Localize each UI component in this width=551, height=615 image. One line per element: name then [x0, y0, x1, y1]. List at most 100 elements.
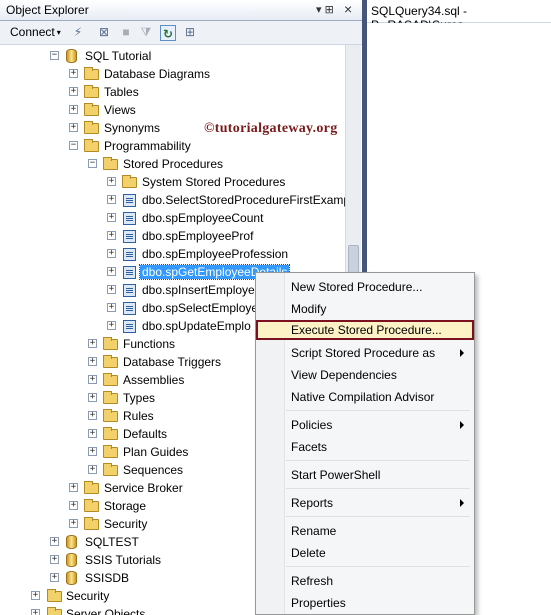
tree-label: Storage [104, 499, 147, 513]
expand-icon[interactable]: + [69, 87, 78, 96]
folder-icon [84, 499, 99, 512]
expand-icon[interactable]: + [69, 69, 78, 78]
folder-icon [103, 373, 118, 386]
tree-label: Types [123, 391, 156, 405]
menu-item-label: Native Compilation Advisor [291, 390, 435, 404]
disconnect-icon[interactable]: ⊠ [96, 24, 112, 40]
tree-label: Assemblies [123, 373, 185, 387]
stored-procedure-icon [123, 302, 136, 315]
menu-item-reports[interactable]: Reports [258, 493, 472, 513]
stored-procedure-icon [123, 266, 136, 279]
folder-icon [103, 463, 118, 476]
connect-button[interactable]: Connect ▾ [10, 24, 66, 40]
submenu-arrow-icon [460, 499, 464, 507]
collapse-icon[interactable]: − [69, 141, 78, 150]
tree-label: Tables [104, 85, 139, 99]
expand-icon[interactable]: + [88, 393, 97, 402]
menu-item-view-dependencies[interactable]: View Dependencies [258, 365, 472, 385]
stored-procedure-icon [123, 248, 136, 261]
expand-icon[interactable]: + [88, 429, 97, 438]
tree-label: System Stored Procedures [142, 175, 286, 189]
expand-icon[interactable]: + [50, 555, 59, 564]
stop-icon[interactable]: ■ [118, 24, 134, 40]
menu-item-label: Modify [291, 302, 327, 316]
expand-icon[interactable]: + [31, 591, 40, 600]
expand-icon[interactable]: + [88, 375, 97, 384]
expand-icon[interactable]: + [69, 483, 78, 492]
expand-icon[interactable]: + [107, 177, 116, 186]
expand-icon[interactable]: + [69, 501, 78, 510]
database-icon [66, 49, 77, 63]
expand-icon[interactable]: + [107, 267, 116, 276]
collapse-icon[interactable]: − [50, 51, 59, 60]
connect-db-icon[interactable]: ⚡ [70, 24, 86, 40]
expand-icon[interactable]: + [88, 447, 97, 456]
menu-item-execute-stored-procedure[interactable]: Execute Stored Procedure... [256, 320, 474, 340]
menu-separator [286, 566, 470, 567]
tree-label: dbo.spInsertEmployee [142, 283, 262, 297]
menu-item-delete[interactable]: Delete [258, 543, 472, 563]
expand-icon[interactable]: + [107, 321, 116, 330]
expand-icon[interactable]: + [50, 573, 59, 582]
context-menu: New Stored Procedure... Modify Execute S… [255, 272, 475, 615]
folder-icon [103, 157, 118, 170]
menu-item-native-compilation-advisor[interactable]: Native Compilation Advisor [258, 387, 472, 407]
expand-icon[interactable]: + [107, 285, 116, 294]
menu-item-start-powershell[interactable]: Start PowerShell [258, 465, 472, 485]
menu-item-policies[interactable]: Policies [258, 415, 472, 435]
menu-separator [286, 488, 470, 489]
folder-icon [47, 607, 62, 615]
menu-separator [286, 516, 470, 517]
menu-item-modify[interactable]: Modify [258, 299, 472, 319]
expand-icon[interactable]: + [107, 249, 116, 258]
tree-label: Database Diagrams [104, 67, 211, 81]
expand-icon[interactable]: + [69, 123, 78, 132]
expand-icon[interactable]: + [107, 231, 116, 240]
expand-icon[interactable]: + [107, 303, 116, 312]
expand-icon[interactable]: + [31, 609, 40, 615]
menu-item-label: Reports [291, 496, 334, 510]
refresh-icon[interactable]: ↻ [160, 25, 176, 41]
expand-icon[interactable]: + [88, 357, 97, 366]
tree-label: Defaults [123, 427, 168, 441]
menu-item-facets[interactable]: Facets [258, 437, 472, 457]
object-explorer-title: Object Explorer [6, 3, 89, 17]
expand-icon[interactable]: + [88, 411, 97, 420]
activity-monitor-icon[interactable]: ⊞ [182, 24, 198, 40]
folder-icon [122, 175, 137, 188]
folder-icon [84, 103, 99, 116]
close-icon[interactable]: × [344, 1, 352, 17]
folder-icon [84, 67, 99, 80]
collapse-icon[interactable]: − [88, 159, 97, 168]
folder-icon [103, 355, 118, 368]
expand-icon[interactable]: + [69, 105, 78, 114]
menu-item-new-stored-procedure[interactable]: New Stored Procedure... [258, 277, 472, 297]
menu-item-properties[interactable]: Properties [258, 593, 472, 613]
tree-label: Stored Procedures [123, 157, 224, 171]
menu-item-rename[interactable]: Rename [258, 521, 472, 541]
submenu-arrow-icon [460, 349, 464, 357]
menu-item-refresh[interactable]: Refresh [258, 571, 472, 591]
database-icon [66, 571, 77, 585]
menu-item-script-stored-procedure-as[interactable]: Script Stored Procedure as [258, 343, 472, 363]
folder-icon [103, 445, 118, 458]
stored-procedure-icon [123, 194, 136, 207]
expand-icon[interactable]: + [69, 519, 78, 528]
tree-label: Database Triggers [123, 355, 222, 369]
pin-icon[interactable]: ▾ ⊞ [316, 3, 334, 16]
object-explorer-title-bar: Object Explorer ▾ ⊞ × [0, 0, 362, 21]
expand-icon[interactable]: + [88, 465, 97, 474]
query-tab[interactable]: SQLQuery34.sql - P...RASAD\Sures [367, 0, 551, 32]
folder-icon [84, 481, 99, 494]
expand-icon[interactable]: + [107, 213, 116, 222]
folder-icon [84, 517, 99, 530]
stored-procedure-icon [123, 284, 136, 297]
tree-label: dbo.spSelectEmploye [142, 301, 259, 315]
folder-icon [84, 85, 99, 98]
chevron-down-icon[interactable]: ▾ [57, 28, 61, 37]
tree-label: Programmability [104, 139, 191, 153]
expand-icon[interactable]: + [88, 339, 97, 348]
expand-icon[interactable]: + [107, 195, 116, 204]
expand-icon[interactable]: + [50, 537, 59, 546]
filter-icon[interactable]: ⧩ [138, 24, 154, 40]
